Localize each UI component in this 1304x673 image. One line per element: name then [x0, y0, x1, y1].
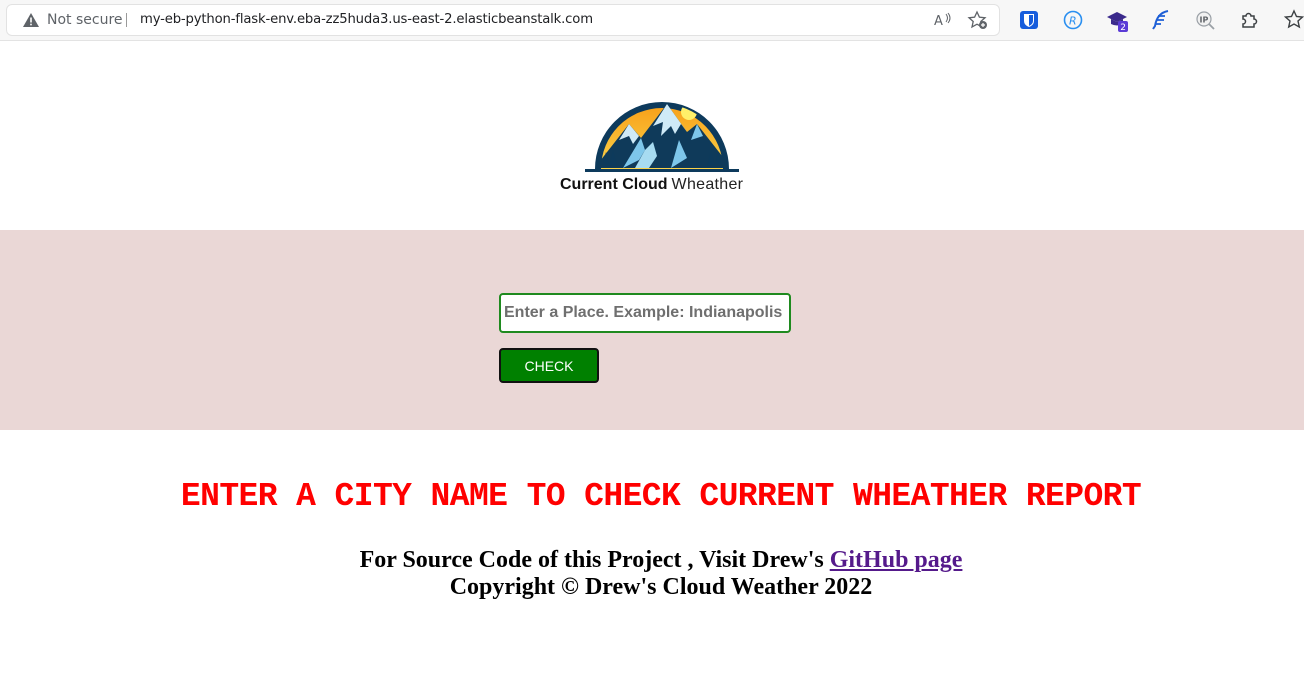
ip-icon[interactable]: IP	[1193, 8, 1217, 32]
extension-badge-count: 2	[1120, 23, 1126, 32]
source-code-line: For Source Code of this Project , Visit …	[0, 547, 1304, 574]
search-section: CHECK	[0, 230, 1304, 430]
address-bar[interactable]: Not secure my-eb-python-flask-env.eba-zz…	[6, 4, 1000, 36]
svg-text:R: R	[1069, 15, 1077, 28]
url-text[interactable]: my-eb-python-flask-env.eba-zz5huda3.us-e…	[140, 12, 593, 27]
svg-text:A: A	[934, 14, 943, 29]
extensions-puzzle-icon[interactable]	[1237, 8, 1261, 32]
brand-name-bold: Current Cloud	[560, 176, 668, 193]
brand-name: Current Cloud Wheather	[560, 176, 743, 194]
favorites-icon[interactable]	[967, 10, 989, 30]
mountain-logo-icon	[585, 102, 739, 172]
footer: For Source Code of this Project , Visit …	[0, 547, 1304, 601]
browser-toolbar: Not secure my-eb-python-flask-env.eba-zz…	[0, 0, 1304, 41]
copyright-text: Copyright © Drew's Cloud Weather 2022	[449, 574, 873, 600]
extension-feather-icon[interactable]	[1149, 8, 1173, 32]
security-label[interactable]: Not secure	[47, 12, 123, 28]
read-aloud-icon[interactable]: A	[931, 10, 953, 30]
warning-icon[interactable]	[22, 12, 40, 28]
github-link[interactable]: GitHub page	[830, 547, 963, 573]
check-button[interactable]: CHECK	[499, 348, 599, 383]
favorites-bar-icon[interactable]	[1283, 8, 1304, 32]
bitwarden-icon[interactable]	[1017, 8, 1041, 32]
place-input[interactable]	[499, 293, 791, 333]
svg-text:IP: IP	[1200, 16, 1209, 25]
extension-badge-icon[interactable]: 2	[1105, 8, 1129, 32]
prompt-message: ENTER A CITY NAME TO CHECK CURRENT WHEAT…	[180, 478, 1142, 515]
address-divider	[126, 13, 127, 27]
extension-r-icon[interactable]: R	[1061, 8, 1085, 32]
source-code-text: For Source Code of this Project , Visit …	[359, 547, 830, 573]
brand-name-light: Wheather	[671, 176, 744, 193]
